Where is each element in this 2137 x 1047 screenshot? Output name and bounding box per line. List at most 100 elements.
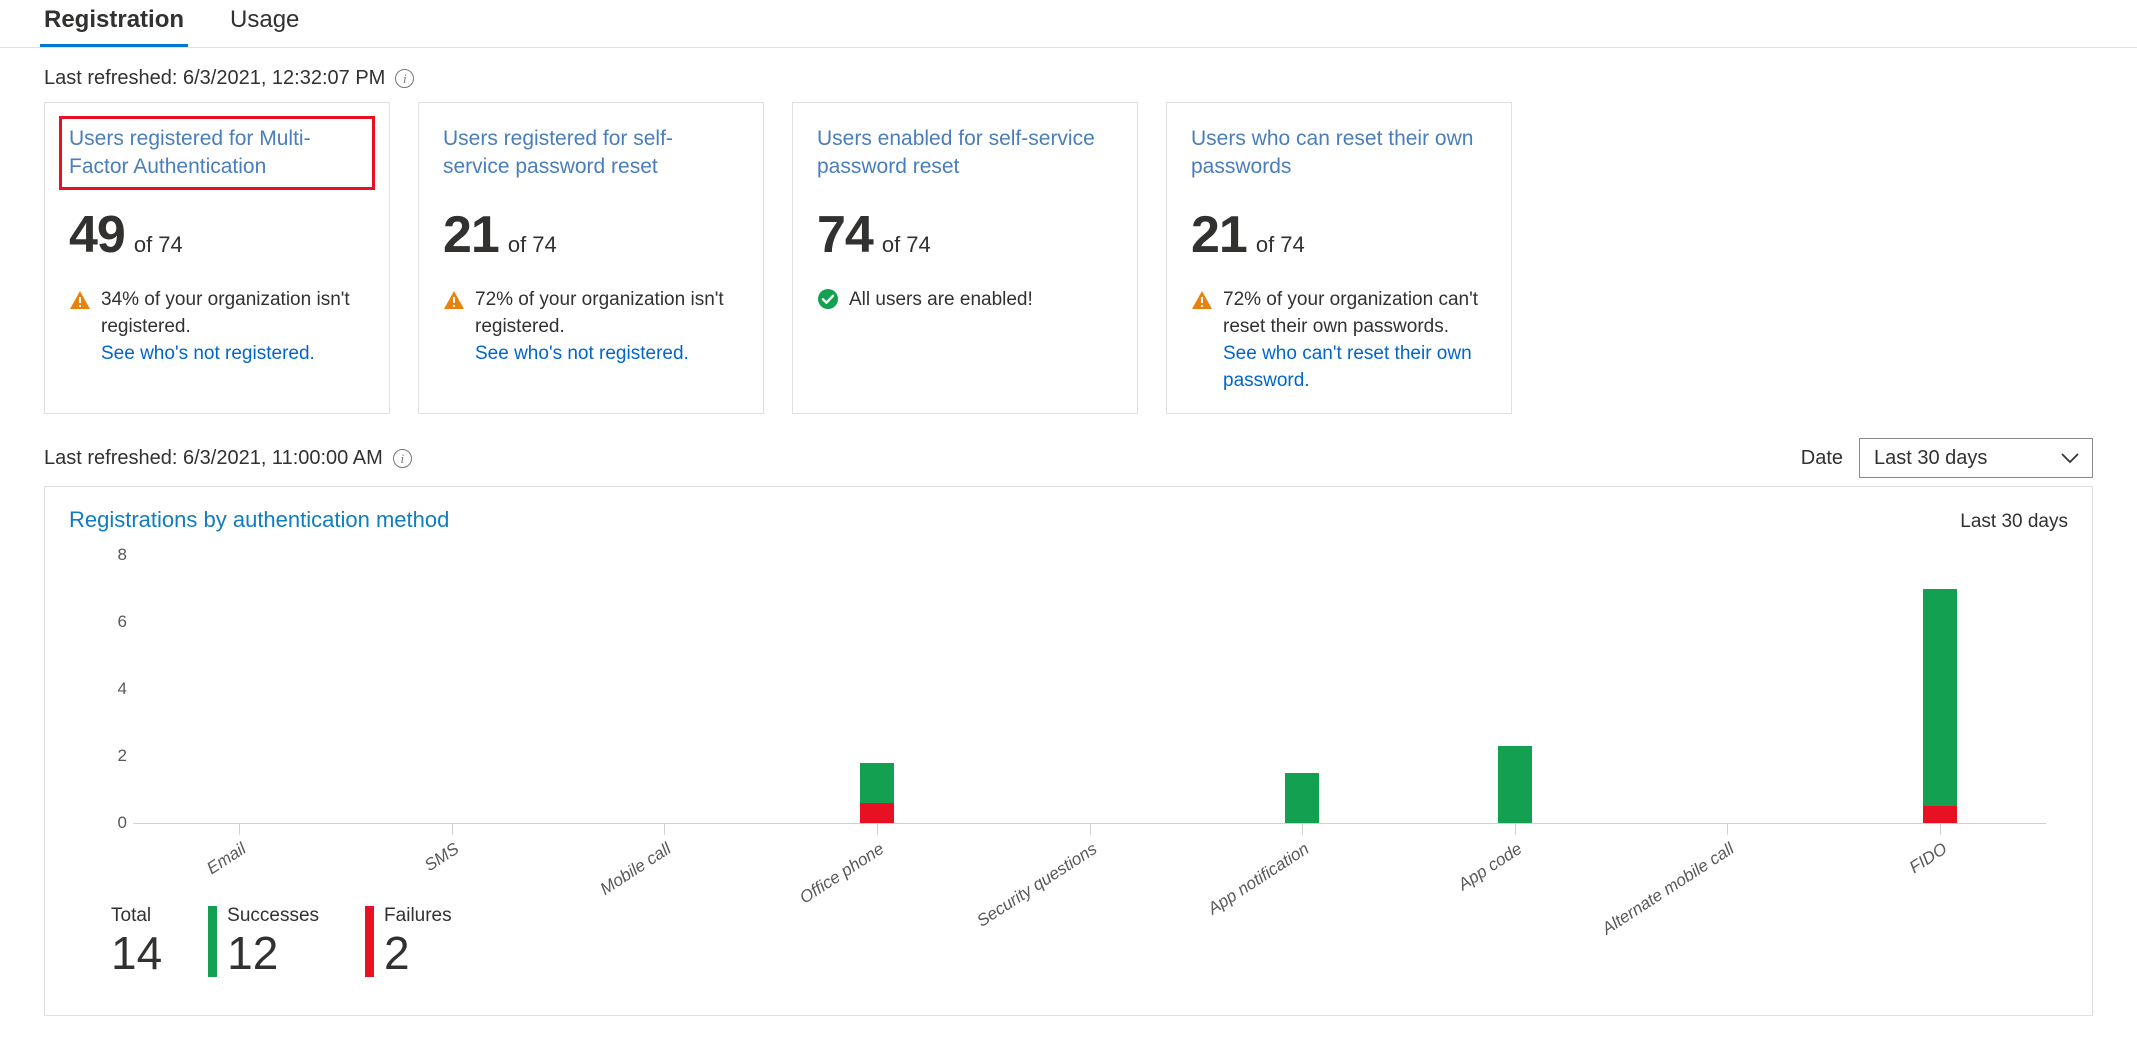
x-label-slot: Alternate mobile call	[1599, 835, 1834, 945]
summary-total: Total 14	[111, 905, 163, 979]
date-filter: Date Last 30 days	[1801, 438, 2093, 478]
stacked-bar[interactable]	[859, 762, 894, 823]
card-stat: 21 of 74	[1191, 209, 1487, 261]
x-axis-label: Security questions	[973, 839, 1100, 931]
check-circle-icon	[818, 288, 838, 309]
card-note-text: 34% of your organization isn't registere…	[101, 288, 350, 337]
card-stat: 49 of 74	[69, 209, 365, 261]
card-note-text: 72% of your organization isn't registere…	[475, 288, 724, 337]
card-note: 72% of your organization isn't registere…	[443, 287, 739, 368]
chart-title[interactable]: Registrations by authentication method	[69, 507, 449, 533]
card-title-wrap: Users enabled for self-service password …	[817, 125, 1113, 181]
x-axis-tick-mark	[876, 823, 878, 835]
chart-range-label: Last 30 days	[1960, 511, 2068, 532]
bar-slot	[1621, 555, 1834, 835]
last-refreshed-top-row: Last refreshed: 6/3/2021, 12:32:07 PM i	[0, 64, 2137, 92]
stacked-bar[interactable]	[1285, 772, 1320, 823]
summary-value: 2	[384, 926, 410, 979]
stacked-bar[interactable]	[1922, 588, 1957, 823]
info-icon[interactable]: i	[392, 448, 412, 468]
card-value: 21	[443, 205, 500, 264]
bar-segment-failure[interactable]	[859, 802, 894, 823]
last-refreshed-top: Last refreshed: 6/3/2021, 12:32:07 PM i	[44, 66, 415, 90]
card-title[interactable]: Users registered for self-service passwo…	[443, 125, 739, 181]
bar-slot	[133, 555, 346, 835]
x-axis-label: Mobile call	[597, 839, 675, 899]
card-note: 34% of your organization isn't registere…	[69, 287, 365, 368]
summary-value: 12	[227, 926, 279, 979]
bar-slot	[1196, 555, 1409, 835]
x-label-slot: FIDO	[1834, 835, 2047, 945]
x-label-slot: App code	[1408, 835, 1621, 945]
x-axis-tick-mark	[239, 823, 241, 835]
highlight-box: Users registered for Multi-Factor Authen…	[59, 116, 375, 190]
bar-slot	[1408, 555, 1621, 835]
card-total: of 74	[1255, 231, 1305, 257]
summary-value: 14	[111, 926, 163, 979]
bar-slot	[558, 555, 771, 835]
card-total: of 74	[507, 231, 557, 257]
card-note: 72% of your organization can't reset the…	[1191, 287, 1487, 395]
x-axis-label: App notification	[1204, 839, 1313, 919]
chevron-down-icon	[2061, 453, 2079, 464]
card-note-text: 72% of your organization can't reset the…	[1223, 288, 1479, 337]
card-title[interactable]: Users registered for Multi-Factor Authen…	[69, 125, 365, 181]
stacked-bar[interactable]	[1497, 745, 1532, 823]
x-label-slot: Security questions	[973, 835, 1196, 945]
y-axis-tick: 2	[117, 746, 127, 765]
bar-segment-success[interactable]	[1497, 745, 1532, 823]
kpi-card-sspr-enabled[interactable]: Users enabled for self-service password …	[792, 102, 1138, 414]
card-total: of 74	[133, 231, 183, 257]
chart-summary-legend: Total 14 Successes 12 Failures 2	[111, 904, 452, 979]
card-title[interactable]: Users enabled for self-service password …	[817, 125, 1113, 181]
card-note-link[interactable]: See who's not registered.	[101, 341, 365, 368]
bar-slot	[346, 555, 559, 835]
y-axis-tick: 8	[117, 545, 127, 564]
card-note-link[interactable]: See who can't reset their own password.	[1223, 341, 1487, 395]
card-value: 49	[69, 205, 126, 264]
summary-failures: Failures 2	[365, 905, 452, 979]
kpi-card-sspr-registered[interactable]: Users registered for self-service passwo…	[418, 102, 764, 414]
kpi-card-can-reset-password[interactable]: Users who can reset their own passwords …	[1166, 102, 1512, 414]
x-axis-tick-mark	[1727, 823, 1729, 835]
bar-segment-success[interactable]	[1922, 588, 1957, 807]
kpi-card-mfa-registered[interactable]: Users registered for Multi-Factor Authen…	[44, 102, 390, 414]
card-value: 74	[817, 205, 874, 264]
bar-segment-success[interactable]	[1285, 772, 1320, 823]
info-icon[interactable]: i	[395, 68, 415, 88]
summary-successes: Successes 12	[208, 904, 320, 979]
card-note-link[interactable]: See who's not registered.	[475, 341, 739, 368]
chart-plot: 0 2 4 6 8 Email SMS Mobile call Office phone Sec…	[69, 545, 2068, 938]
x-axis-label: SMS	[420, 839, 463, 876]
bar-segment-failure[interactable]	[1922, 806, 1957, 823]
card-total: of 74	[881, 231, 931, 257]
bar-series	[133, 555, 2046, 835]
x-axis-label: Email	[203, 839, 250, 879]
x-axis-label: App code	[1454, 839, 1526, 895]
chart-header: Registrations by authentication method L…	[69, 507, 2068, 533]
registrations-chart-panel: Registrations by authentication method L…	[44, 486, 2093, 1016]
x-axis-tick-mark	[451, 823, 453, 835]
kpi-card-row: Users registered for Multi-Factor Authen…	[0, 102, 2137, 414]
failure-swatch	[365, 905, 375, 977]
tab-usage[interactable]: Usage	[226, 0, 303, 46]
card-note: All users are enabled!	[817, 287, 1113, 314]
card-title[interactable]: Users who can reset their own passwords	[1191, 125, 1487, 181]
warning-icon	[70, 290, 90, 309]
last-refreshed-top-text: Last refreshed: 6/3/2021, 12:32:07 PM	[44, 66, 386, 89]
card-note-text: All users are enabled!	[849, 288, 1033, 310]
bar-slot	[771, 555, 984, 835]
warning-icon	[444, 290, 464, 309]
success-swatch	[208, 905, 218, 977]
x-axis-label: FIDO	[1905, 839, 1951, 878]
x-axis-tick-mark	[1089, 823, 1091, 835]
y-axis-tick: 0	[117, 813, 127, 832]
x-label-slot: Office phone	[771, 835, 984, 945]
date-range-select[interactable]: Last 30 days	[1859, 438, 2093, 478]
x-label-slot: App notification	[1196, 835, 1409, 945]
tab-registration[interactable]: Registration	[40, 0, 189, 47]
summary-label: Successes	[227, 904, 320, 926]
card-stat: 21 of 74	[443, 209, 739, 261]
date-range-value: Last 30 days	[1874, 446, 1988, 469]
bar-segment-success[interactable]	[859, 762, 894, 803]
